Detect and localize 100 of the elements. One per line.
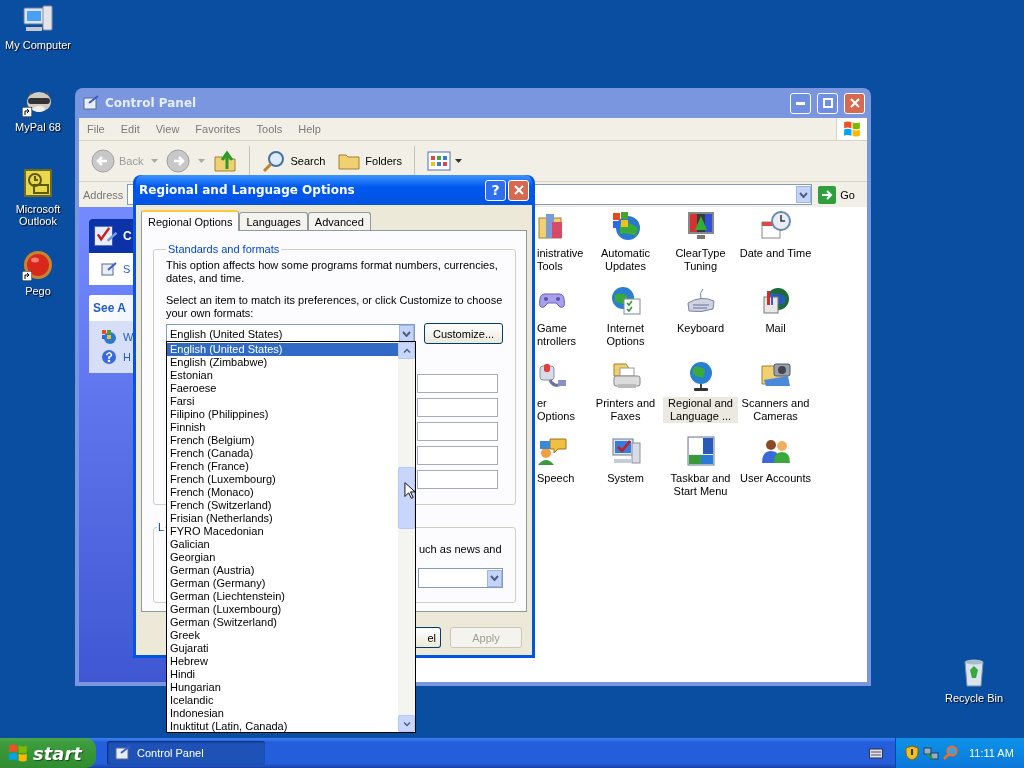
windows-flag-icon [8, 743, 28, 763]
dropdown-option[interactable]: Hindi [167, 668, 398, 681]
maximize-icon [822, 98, 833, 108]
dropdown-option[interactable]: German (Austria) [167, 564, 398, 577]
caret-icon[interactable] [455, 159, 462, 163]
dropdown-option[interactable]: English (United States) [167, 343, 398, 356]
control-panel-item[interactable]: Keyboard [675, 322, 726, 335]
dropdown-option[interactable]: Indonesian [167, 707, 398, 720]
control-panel-item[interactable]: Scanners and Cameras [738, 397, 813, 423]
task-pane-title[interactable]: See A [93, 301, 126, 315]
control-panel-item[interactable]: Mail [764, 322, 787, 335]
control-panel-item[interactable]: ClearType Tuning [663, 247, 738, 273]
close-button[interactable] [508, 179, 529, 201]
address-label: Address [83, 188, 124, 201]
dropdown-option[interactable]: Faeroese [167, 382, 398, 395]
task-link[interactable]: S [123, 263, 131, 275]
control-panel-item[interactable]: User Accounts [739, 472, 812, 485]
ball-icon[interactable] [22, 249, 54, 281]
computer-check-icon[interactable] [609, 435, 642, 467]
help-icon[interactable] [101, 349, 117, 365]
dropdown-option[interactable]: French (France) [167, 460, 398, 473]
menu-item[interactable]: View [147, 123, 188, 135]
customize-button[interactable]: Customize... [424, 323, 504, 344]
dropdown-option[interactable]: French (Canada) [167, 447, 398, 460]
dropdown-option[interactable]: German (Germany) [167, 577, 398, 590]
menu-item[interactable]: File [79, 123, 113, 135]
dropdown-option[interactable]: Inuktitut (Latin, Canada) [167, 720, 398, 733]
dropdown-option[interactable]: Gujarati [167, 642, 398, 655]
desktop-icon-label[interactable]: Microsoft Outlook [1, 203, 75, 227]
dropdown-option[interactable]: Filipino (Philippines) [167, 408, 398, 421]
clock-envelope-icon[interactable] [22, 167, 54, 199]
dropdown-option[interactable]: Greek [167, 629, 398, 642]
taskbar-button[interactable]: Control Panel [107, 741, 265, 765]
dropdown-option[interactable]: Hungarian [167, 681, 398, 694]
desktop-icon-label[interactable]: Recycle Bin [937, 692, 1011, 704]
menu-item[interactable]: Help [290, 123, 329, 135]
control-panel-icon [83, 95, 99, 111]
start-button[interactable]: start [0, 738, 96, 768]
desktop-icon-label[interactable]: My Computer [1, 39, 75, 51]
dropdown-option[interactable]: Georgian [167, 551, 398, 564]
views-icon[interactable] [427, 151, 451, 171]
task-pane-title[interactable]: C [123, 229, 132, 243]
dropdown-option[interactable]: German (Switzerland) [167, 616, 398, 629]
dropdown-option[interactable]: French (Belgium) [167, 434, 398, 447]
taskbar-icon[interactable] [684, 435, 717, 467]
up-folder-icon[interactable] [213, 149, 238, 173]
dropdown-option[interactable]: German (Luxembourg) [167, 603, 398, 616]
location-dropdown[interactable] [418, 568, 503, 588]
control-panel-item[interactable]: Printers and Faxes [588, 397, 663, 423]
dropdown-option[interactable]: FYRO Macedonian [167, 525, 398, 538]
dropdown-option[interactable]: Frisian (Netherlands) [167, 512, 398, 525]
dropdown-option[interactable]: Galician [167, 538, 398, 551]
task-link[interactable]: W [123, 331, 134, 343]
control-panel-item[interactable]: Speech [536, 472, 576, 485]
scroll-down-button[interactable] [398, 715, 415, 732]
desktop-icon-label[interactable]: MyPal 68 [1, 121, 75, 133]
menu-item[interactable]: Favorites [187, 123, 249, 135]
dropdown-option[interactable]: Finnish [167, 421, 398, 434]
control-panel-item[interactable]: Regional and Language ... [663, 397, 738, 423]
control-panel-item[interactable]: er Options [536, 397, 588, 423]
control-panel-item[interactable]: Automatic Updates [588, 247, 663, 273]
menu-item[interactable]: Tools [248, 123, 291, 135]
tab[interactable]: Regional Options [141, 210, 240, 231]
control-panel-item[interactable]: inistrative Tools [536, 247, 588, 273]
control-panel-item[interactable]: Game ntrollers [536, 322, 588, 348]
minimize-button[interactable] [790, 92, 811, 114]
dropdown-option[interactable]: French (Monaco) [167, 486, 398, 499]
help-button[interactable]: ? [485, 179, 506, 201]
go-button[interactable]: Go [816, 185, 863, 204]
menu-item[interactable]: Edit [112, 123, 148, 135]
folders-button[interactable]: Folders [333, 147, 406, 175]
dropdown-option[interactable]: Farsi [167, 395, 398, 408]
maximize-button[interactable] [817, 92, 838, 114]
tab[interactable]: Languages [239, 212, 308, 230]
task-link[interactable]: H [123, 351, 131, 363]
dropdown-option[interactable]: French (Switzerland) [167, 499, 398, 512]
calendar-clock-icon[interactable] [759, 210, 792, 242]
dropdown-option[interactable]: English (Zimbabwe) [167, 356, 398, 369]
control-panel-item[interactable]: System [606, 472, 645, 485]
control-panel-item[interactable]: Internet Options [588, 322, 663, 348]
dropdown-option[interactable]: French (Luxembourg) [167, 473, 398, 486]
control-panel-item[interactable]: Taskbar and Start Menu [663, 472, 738, 498]
windows-globe-icon[interactable] [101, 329, 117, 345]
clock: 11:11 AM [969, 747, 1014, 759]
speech-bubble-icon[interactable] [536, 435, 568, 467]
control-panel-item[interactable]: Date and Time [738, 247, 813, 260]
dropdown-option[interactable]: Icelandic [167, 694, 398, 707]
dropdown-option[interactable]: Estonian [167, 369, 398, 382]
tab[interactable]: Advanced [307, 212, 371, 230]
window-pen-icon[interactable] [101, 261, 117, 277]
dropdown-option[interactable]: German (Liechtenstein) [167, 590, 398, 603]
dropdown-option[interactable]: Hebrew [167, 655, 398, 668]
shield-icon[interactable] [904, 745, 920, 761]
format-dropdown[interactable]: English (United States) [166, 323, 415, 344]
desktop-icon-label[interactable]: Pego [1, 285, 75, 297]
keyboard-icon[interactable] [869, 747, 883, 759]
close-button[interactable] [844, 92, 865, 114]
search-button[interactable]: Search [258, 147, 330, 175]
scroll-up-button[interactable] [398, 342, 415, 359]
globe-checklist-icon[interactable] [609, 285, 642, 317]
